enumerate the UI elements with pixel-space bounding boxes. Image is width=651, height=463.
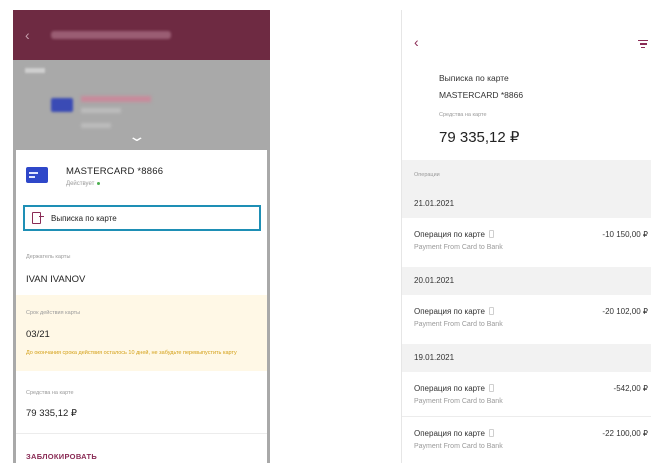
date-header: 19.01.2021 bbox=[402, 344, 651, 372]
blurred-text bbox=[81, 108, 121, 113]
back-arrow-icon[interactable]: ‹ bbox=[414, 34, 419, 50]
back-arrow-icon: ‹ bbox=[25, 27, 30, 43]
balance-label: Средства на карте bbox=[26, 390, 74, 396]
expiry-value: 03/21 bbox=[26, 329, 50, 340]
operation-amount: -20 102,00 ₽ bbox=[602, 307, 648, 316]
blurred-text bbox=[81, 96, 151, 102]
statement-card-name: MASTERCARD *8866 bbox=[439, 90, 524, 100]
operation-subtitle: Payment From Card to Bank bbox=[414, 398, 503, 405]
date-header: 20.01.2021 bbox=[402, 267, 651, 295]
blurred-title bbox=[51, 31, 171, 39]
operation-amount: -10 150,00 ₽ bbox=[602, 230, 648, 239]
card-name: MASTERCARD *8866 bbox=[66, 166, 164, 177]
operations-header: Операции bbox=[402, 160, 651, 190]
app-bar-dimmed: ‹ bbox=[13, 10, 270, 60]
balance-label: Средства на карте bbox=[439, 112, 487, 118]
card-statement-button[interactable]: Выписка по карте bbox=[23, 205, 261, 231]
card-statement-screen: ‹ Выписка по карте MASTERCARD *8866 Сред… bbox=[401, 10, 651, 463]
balance-value: 79 335,12 ₽ bbox=[439, 129, 520, 146]
balance-value: 79 335,12 ₽ bbox=[26, 408, 77, 419]
blurred-background bbox=[25, 68, 45, 73]
chevron-down-icon[interactable]: ⌄ bbox=[127, 128, 146, 145]
operation-title: Операция по карте bbox=[414, 307, 494, 316]
holder-label: Держатель карты bbox=[26, 254, 71, 260]
receipt-icon bbox=[488, 384, 494, 392]
card-status: Действует bbox=[66, 181, 101, 187]
block-card-button[interactable]: ЗАБЛОКИРОВАТЬ bbox=[26, 452, 97, 461]
card-bottom-sheet: MASTERCARD *8866 Действует Выписка по ка… bbox=[16, 150, 267, 463]
operation-subtitle: Payment From Card to Bank bbox=[414, 244, 503, 251]
card-header: MASTERCARD *8866 Действует bbox=[16, 150, 267, 200]
filter-icon[interactable] bbox=[638, 40, 648, 50]
expiry-warning: До окончания срока действия осталось 10 … bbox=[26, 350, 237, 356]
card-statement-label: Выписка по карте bbox=[51, 214, 117, 223]
operation-row[interactable]: Операция по карте Payment From Card to B… bbox=[402, 218, 651, 266]
statement-title: Выписка по карте bbox=[439, 73, 509, 83]
operation-title: Операция по карте bbox=[414, 384, 494, 393]
operation-row[interactable]: Операция по карте Payment From Card to B… bbox=[402, 416, 651, 463]
operation-row[interactable]: Операция по карте Payment From Card to B… bbox=[402, 372, 651, 420]
statement-icon bbox=[32, 212, 44, 224]
receipt-icon bbox=[488, 429, 494, 437]
expiry-label: Срок действия карты bbox=[26, 310, 81, 316]
operation-subtitle: Payment From Card to Bank bbox=[414, 443, 503, 450]
card-details-screen: ‹ ⌄ MASTERCARD *8866 Действует Выписка п… bbox=[13, 10, 270, 463]
date-header: 21.01.2021 bbox=[402, 190, 651, 218]
operation-row[interactable]: Операция по карте Payment From Card to B… bbox=[402, 295, 651, 343]
expiry-section: Срок действия карты 03/21 До окончания с… bbox=[16, 295, 267, 371]
blurred-card-icon bbox=[51, 98, 73, 112]
operation-subtitle: Payment From Card to Bank bbox=[414, 321, 503, 328]
operation-amount: -542,00 ₽ bbox=[613, 384, 648, 393]
operation-title: Операция по карте bbox=[414, 429, 494, 438]
receipt-icon bbox=[488, 230, 494, 238]
holder-name: IVAN IVANOV bbox=[26, 274, 86, 285]
receipt-icon bbox=[488, 307, 494, 315]
card-icon bbox=[26, 167, 48, 183]
divider bbox=[16, 433, 267, 434]
status-dot bbox=[97, 181, 101, 185]
operation-amount: -22 100,00 ₽ bbox=[602, 429, 648, 438]
blurred-text bbox=[81, 123, 111, 128]
operation-title: Операция по карте bbox=[414, 230, 494, 239]
